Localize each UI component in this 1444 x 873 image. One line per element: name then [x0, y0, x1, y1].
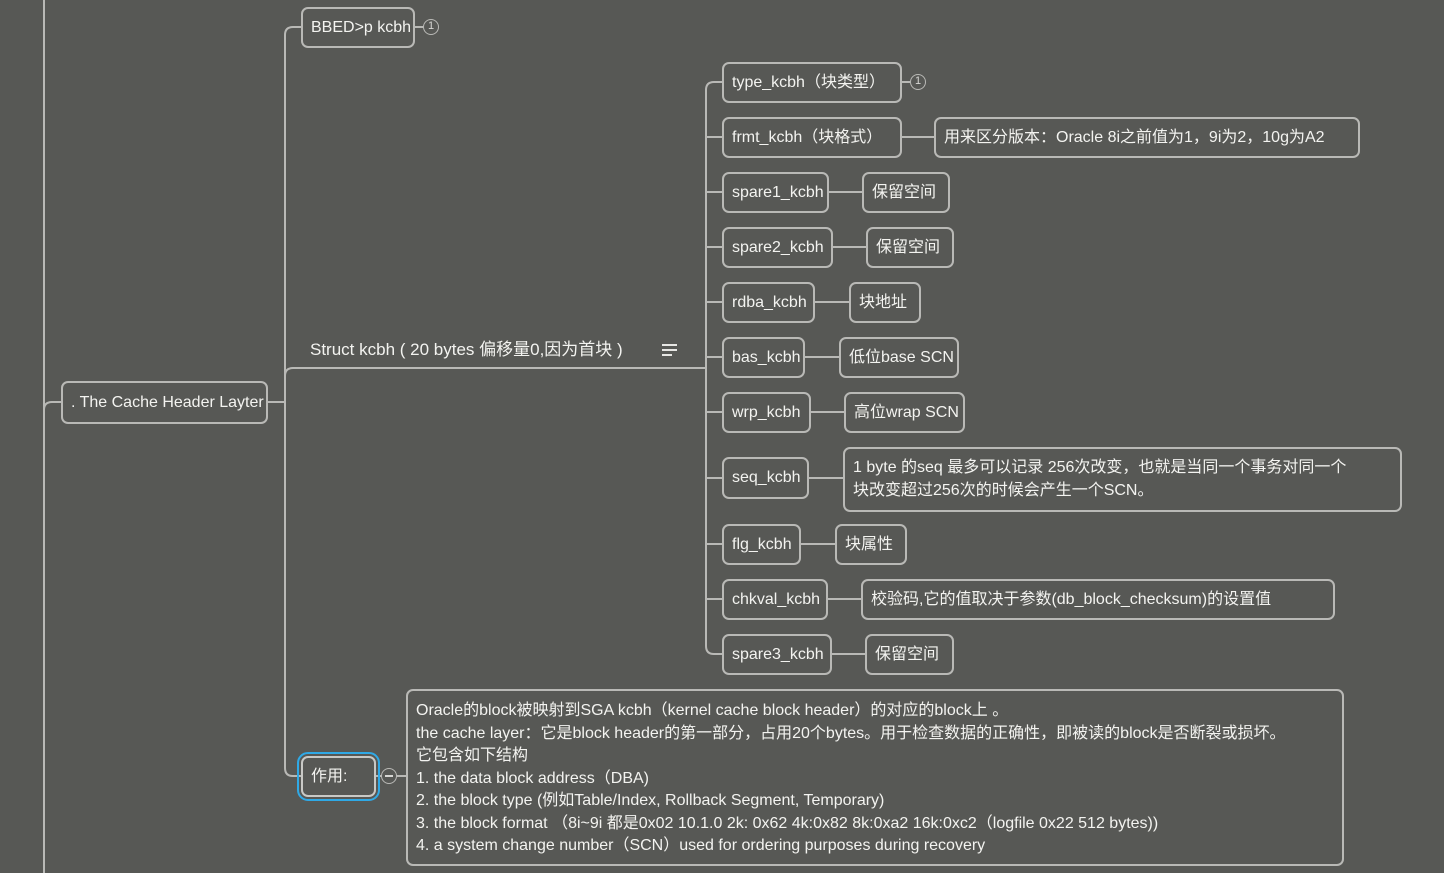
field-spare1-kcbh[interactable]: spare1_kcbh [722, 172, 829, 213]
note-line: 3. the block format （8i~9i 都是0x02 10.1.0… [416, 814, 1159, 832]
desc-spare3-kcbh[interactable]: 保留空间 [865, 634, 954, 675]
note-box[interactable]: Oracle的block被映射到SGA kcbh（kernel cache bl… [406, 689, 1344, 866]
desc-spare2-kcbh[interactable]: 保留空间 [866, 227, 954, 268]
desc-label: 用来区分版本：Oracle 8i之前值为1，9i为2，10g为A2 [944, 128, 1325, 146]
note-line: 1. the data block address（DBA) [416, 769, 650, 787]
desc-label: 1 byte 的seq 最多可以记录 256次改变，也就是当同一个事务对同一个 … [853, 457, 1346, 502]
topic-struct-label: Struct kcbh ( 20 bytes 偏移量0,因为首块 ) [310, 340, 623, 359]
field-frmt-kcbh[interactable]: frmt_kcbh（块格式） [722, 117, 902, 158]
field-label: chkval_kcbh [732, 590, 821, 608]
field-label: bas_kcbh [732, 348, 801, 366]
note-line: the cache layer：它是block header的第一部分，占用20… [416, 724, 1286, 742]
root-topic[interactable]: . The Cache Header Layter [61, 381, 268, 424]
desc-label: 块属性 [845, 535, 894, 553]
desc-chkval-kcbh[interactable]: 校验码,它的值取决于参数(db_block_checksum)的设置值 [861, 579, 1335, 620]
field-spare2-kcbh[interactable]: spare2_kcbh [722, 227, 833, 268]
note-line: 4. a system change number（SCN）used for o… [416, 837, 986, 854]
field-type-kcbh[interactable]: type_kcbh（块类型） [722, 62, 902, 103]
desc-rdba-kcbh[interactable]: 块地址 [849, 282, 921, 323]
note-line: 2. the block type (例如Table/Index, Rollba… [416, 792, 885, 809]
field-label: flg_kcbh [732, 535, 792, 553]
notes-icon[interactable] [662, 344, 677, 357]
desc-label: 块地址 [859, 293, 908, 311]
desc-label: 保留空间 [872, 183, 937, 201]
field-label: spare1_kcbh [732, 183, 824, 201]
note-lines: Oracle的block被映射到SGA kcbh（kernel cache bl… [416, 700, 1286, 858]
note-line: Oracle的block被映射到SGA kcbh（kernel cache bl… [416, 702, 1009, 719]
desc-spare1-kcbh[interactable]: 保留空间 [862, 172, 950, 213]
field-bas-kcbh[interactable]: bas_kcbh [722, 337, 805, 378]
field-flg-kcbh[interactable]: flg_kcbh [722, 524, 801, 565]
field-spare3-kcbh[interactable]: spare3_kcbh [722, 634, 832, 675]
desc-seq-kcbh[interactable]: 1 byte 的seq 最多可以记录 256次改变，也就是当同一个事务对同一个 … [843, 447, 1402, 512]
topic-zuoyong[interactable]: 作用: [297, 752, 380, 801]
desc-label: 低位base SCN [849, 348, 954, 366]
note-line: 它包含如下结构 [416, 747, 529, 764]
field-rdba-kcbh[interactable]: rdba_kcbh [722, 282, 815, 323]
field-label: wrp_kcbh [732, 403, 801, 421]
desc-label: 校验码,它的值取决于参数(db_block_checksum)的设置值 [871, 590, 1272, 608]
field-seq-kcbh[interactable]: seq_kcbh [722, 457, 809, 499]
field-label: spare2_kcbh [732, 238, 824, 256]
field-wrp-kcbh[interactable]: wrp_kcbh [722, 392, 811, 433]
desc-line: 1 byte 的seq 最多可以记录 256次改变，也就是当同一个事务对同一个 [853, 459, 1347, 476]
desc-label: 保留空间 [876, 238, 941, 256]
count-badge-bbed[interactable]: 1 [423, 19, 439, 35]
desc-bas-kcbh[interactable]: 低位base SCN [839, 337, 959, 378]
field-label: type_kcbh（块类型） [732, 73, 885, 91]
count-badge-type[interactable]: 1 [910, 74, 926, 90]
field-label: seq_kcbh [732, 469, 801, 486]
topic-zuoyong-label: 作用: [311, 767, 348, 785]
collapse-icon[interactable] [381, 768, 397, 784]
desc-line: 块改变超过256次的时候会产生一个SCN。 [853, 481, 1154, 499]
desc-frmt-kcbh[interactable]: 用来区分版本：Oracle 8i之前值为1，9i为2，10g为A2 [934, 117, 1360, 158]
field-label: rdba_kcbh [732, 293, 807, 311]
desc-label: 高位wrap SCN [854, 403, 959, 421]
field-label: spare3_kcbh [732, 645, 824, 663]
field-label: frmt_kcbh（块格式） [732, 128, 883, 146]
topic-bbed-label: BBED>p kcbh [311, 18, 412, 36]
desc-label: 保留空间 [875, 645, 940, 663]
topic-struct-kcbh[interactable]: Struct kcbh ( 20 bytes 偏移量0,因为首块 ) [310, 339, 623, 361]
desc-wrp-kcbh[interactable]: 高位wrap SCN [844, 392, 965, 433]
root-topic-label: . The Cache Header Layter [71, 393, 264, 411]
desc-flg-kcbh[interactable]: 块属性 [835, 524, 907, 565]
field-chkval-kcbh[interactable]: chkval_kcbh [722, 579, 828, 620]
topic-bbed[interactable]: BBED>p kcbh [301, 7, 415, 48]
